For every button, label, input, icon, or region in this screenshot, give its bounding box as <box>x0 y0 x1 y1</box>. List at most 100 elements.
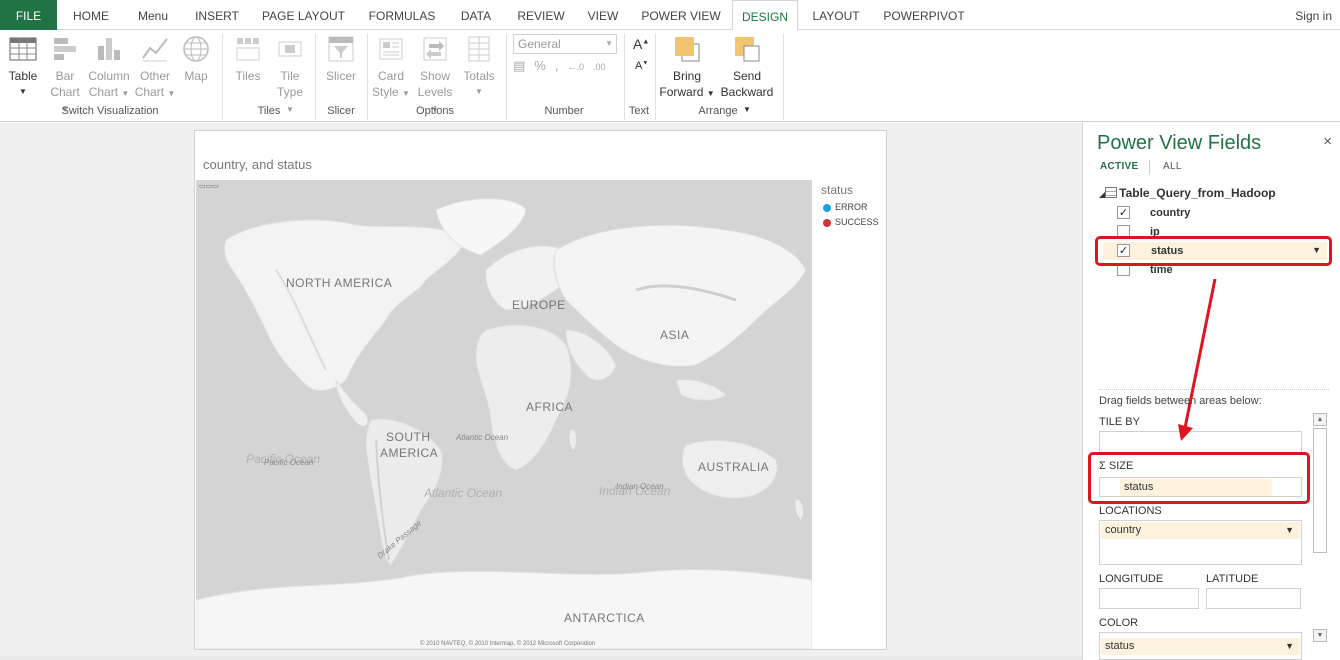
decrease-decimal-icon[interactable]: .00 <box>593 62 606 72</box>
tab-home[interactable]: HOME <box>65 0 117 30</box>
sign-in-link[interactable]: Sign in <box>1295 0 1332 32</box>
column-chart-label-1: Column <box>88 69 130 83</box>
percent-icon[interactable]: % <box>534 58 546 73</box>
table-node[interactable]: ◢ Table_Query_from_Hadoop <box>1099 186 1276 200</box>
map-label-north-america: NORTH AMERICA <box>286 276 393 290</box>
tab-active[interactable]: ACTIVE <box>1100 161 1138 172</box>
increase-font-size-icon[interactable]: A▲ <box>633 36 649 52</box>
close-icon[interactable]: × <box>1323 133 1332 150</box>
totals-button[interactable]: Totals ▼ <box>460 34 498 100</box>
visualization-title: country, and status <box>203 157 312 172</box>
map-label-australia: AUSTRALIA <box>698 460 770 474</box>
legend-title: status <box>821 183 854 197</box>
group-options-label: Options <box>416 105 454 117</box>
scroll-down-icon[interactable]: ▼ <box>1313 629 1327 642</box>
bring-forward-button[interactable]: Bring Forward ▼ <box>658 34 716 102</box>
field-country[interactable]: ✓ country <box>1117 204 1329 222</box>
map-label-atlantic-ocean: Atlantic Ocean <box>456 433 509 442</box>
chevron-down-icon: ▼ <box>475 87 483 96</box>
color-field-label: status <box>1105 640 1135 652</box>
map-label-antarctica: ANTARCTICA <box>564 611 645 625</box>
number-format-dropdown[interactable]: General ▼ <box>513 34 617 54</box>
tab-menu[interactable]: Menu <box>126 0 180 30</box>
table-button[interactable]: Table ▼ <box>4 34 42 100</box>
tiles-button[interactable]: Tiles <box>228 34 268 84</box>
other-chart-label-1: Other <box>139 69 170 83</box>
tab-powerpivot[interactable]: POWERPIVOT <box>878 0 970 30</box>
color-label: COLOR <box>1099 617 1139 629</box>
pane-title: Power View Fields <box>1097 132 1262 154</box>
tab-design[interactable]: DESIGN <box>732 0 798 31</box>
tab-insert[interactable]: INSERT <box>188 0 246 30</box>
card-style-label-2: Style ▼ <box>372 85 410 99</box>
tile-by-drop-area[interactable] <box>1099 431 1302 453</box>
show-levels-icon <box>423 37 447 61</box>
locations-label: LOCATIONS <box>1099 505 1162 517</box>
column-chart-button[interactable]: Column Chart ▼ <box>86 34 132 102</box>
slicer-icon <box>328 36 354 62</box>
column-chart-icon <box>98 38 120 60</box>
number-format-buttons: ▤%, ←.0 .00 <box>513 58 623 78</box>
pane-divider <box>1099 389 1329 390</box>
map-label-south-america-2: AMERICA <box>380 446 439 460</box>
comma-style-icon[interactable]: , <box>555 58 559 73</box>
line-chart-icon <box>142 38 168 62</box>
scroll-up-icon[interactable]: ▲ <box>1313 413 1327 426</box>
tile-type-icon <box>278 41 302 57</box>
tab-power-view[interactable]: POWER VIEW <box>636 0 726 30</box>
locations-field-chip[interactable]: country ▼ <box>1101 522 1300 539</box>
increase-decimal-icon[interactable]: ←.0 <box>567 62 584 72</box>
table-label: Table <box>8 69 38 83</box>
tile-by-label: TILE BY <box>1099 416 1140 428</box>
tab-data[interactable]: DATA <box>451 0 501 30</box>
card-style-icon <box>379 38 403 60</box>
group-separator <box>222 34 223 120</box>
table-icon <box>9 37 37 61</box>
chevron-down-icon[interactable]: ▼ <box>1285 522 1294 539</box>
tab-view[interactable]: VIEW <box>580 0 626 30</box>
tab-all[interactable]: ALL <box>1163 161 1182 172</box>
longitude-drop-area[interactable] <box>1099 588 1199 609</box>
longitude-label: LONGITUDE <box>1099 573 1164 585</box>
color-field-chip[interactable]: status ▼ <box>1101 638 1300 655</box>
legend-swatch-error <box>823 204 831 212</box>
report-sheet[interactable]: country, and status ▭▭▭ NORTH AMERICA EU… <box>194 130 887 650</box>
currency-icon[interactable]: ▤ <box>513 58 525 74</box>
bar-chart-icon <box>54 38 76 60</box>
group-separator <box>624 34 625 120</box>
map-label-indian-ocean: Indian Ocean <box>616 482 664 491</box>
tile-type-label-1: Tile <box>280 69 300 83</box>
map-zoom-controls[interactable]: ▭▭▭ <box>199 182 219 190</box>
locations-field-label: country <box>1105 524 1142 536</box>
field-country-checkbox[interactable]: ✓ <box>1117 206 1130 219</box>
card-style-button[interactable]: Card Style ▼ <box>371 34 411 102</box>
locations-drop-area[interactable]: country ▼ <box>1099 520 1302 565</box>
decrease-font-size-icon[interactable]: A▼ <box>635 60 648 72</box>
tab-layout[interactable]: LAYOUT <box>806 0 866 30</box>
latitude-drop-area[interactable] <box>1206 588 1301 609</box>
annotation-highlight-size-area <box>1088 452 1310 504</box>
tab-review[interactable]: REVIEW <box>511 0 571 30</box>
group-separator <box>506 34 507 120</box>
legend-item-error: ERROR <box>821 200 885 215</box>
tab-page-layout[interactable]: PAGE LAYOUT <box>256 0 351 30</box>
slicer-button[interactable]: Slicer <box>320 34 362 84</box>
scroll-thumb[interactable] <box>1313 428 1327 553</box>
map-attribution: © 2010 NAVTEQ, © 2010 Intermap, © 2012 M… <box>420 641 596 647</box>
number-format-value: General <box>518 37 561 51</box>
group-slicer-label: Slicer <box>327 105 355 117</box>
color-drop-area[interactable]: status ▼ <box>1099 632 1302 660</box>
other-chart-button[interactable]: Other Chart ▼ <box>134 34 176 102</box>
tab-file[interactable]: FILE <box>0 0 57 30</box>
bring-forward-label-1: Bring <box>672 69 701 83</box>
group-text-label: Text <box>628 105 650 117</box>
chevron-down-icon[interactable]: ▼ <box>1285 638 1294 655</box>
map-label-south-america-1: SOUTH <box>386 430 431 444</box>
map-visualization[interactable]: ▭▭▭ NORTH AMERICA EUROPE ASIA AFRICA SOU… <box>196 180 812 649</box>
map-button[interactable]: Map <box>178 34 214 84</box>
pane-scrollbar[interactable]: ▲ ▼ <box>1313 413 1327 645</box>
tab-formulas[interactable]: FORMULAS <box>362 0 442 30</box>
ribbon-tab-bar: FILE HOME Menu INSERT PAGE LAYOUT FORMUL… <box>0 0 1340 32</box>
send-backward-icon <box>735 37 760 62</box>
drag-hint: Drag fields between areas below: <box>1099 395 1262 407</box>
